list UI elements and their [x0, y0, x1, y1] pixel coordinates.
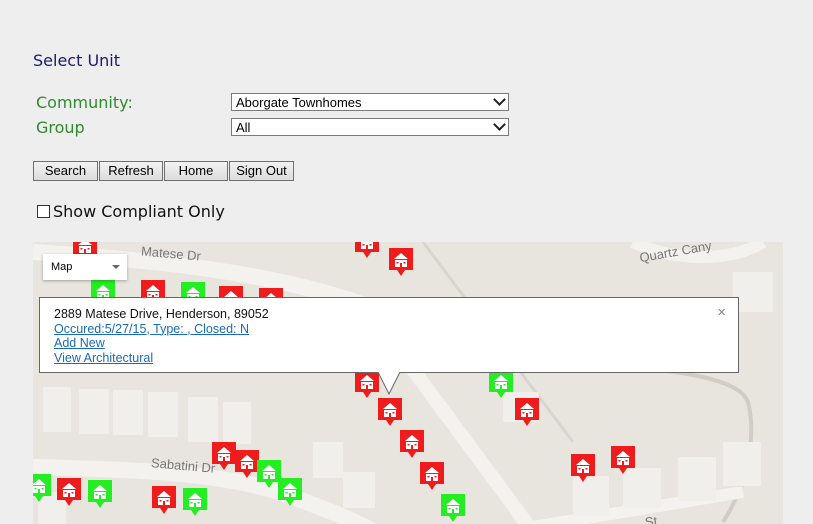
non-compliant-unit-marker[interactable] [378, 398, 402, 426]
house-icon [489, 370, 513, 398]
non-compliant-unit-marker[interactable] [355, 242, 379, 258]
map-type-value: Map [51, 261, 73, 273]
compliant-unit-marker[interactable] [33, 474, 51, 502]
non-compliant-unit-marker[interactable] [152, 486, 176, 514]
house-icon [420, 462, 444, 490]
house-icon [441, 494, 465, 522]
house-icon [611, 446, 635, 474]
show-compliant-only-checkbox[interactable]: Show Compliant Only [37, 202, 225, 221]
page-title: Select Unit [33, 51, 121, 70]
chevron-down-icon [493, 118, 506, 131]
non-compliant-unit-marker[interactable] [515, 398, 539, 426]
compliant-unit-marker[interactable] [278, 478, 302, 506]
non-compliant-unit-marker[interactable] [389, 248, 413, 276]
search-button[interactable]: Search [33, 161, 98, 181]
compliant-unit-marker[interactable] [183, 488, 207, 516]
house-icon [57, 478, 81, 506]
checkbox-label: Show Compliant Only [53, 202, 225, 221]
non-compliant-unit-marker[interactable] [571, 454, 595, 482]
house-icon [212, 442, 236, 470]
group-select[interactable]: All [231, 118, 509, 136]
non-compliant-unit-marker[interactable] [57, 478, 81, 506]
house-icon [515, 398, 539, 426]
house-icon [355, 370, 379, 398]
community-select[interactable]: Aborgate Townhomes [231, 93, 509, 111]
community-label: Community: [36, 93, 133, 112]
add-new-link[interactable]: Add New [54, 336, 724, 351]
checkbox-box[interactable] [37, 205, 50, 218]
community-select-value: Aborgate Townhomes [236, 95, 362, 110]
info-address: 2889 Matese Drive, Henderson, 89052 [54, 307, 269, 321]
sign-out-button[interactable]: Sign Out [229, 161, 294, 181]
view-architectural-link[interactable]: View Architectural [54, 351, 724, 366]
house-icon [355, 242, 379, 258]
house-icon [183, 488, 207, 516]
street-label-st: St [644, 513, 659, 524]
non-compliant-unit-marker[interactable] [355, 370, 379, 398]
caret-down-icon [112, 265, 120, 269]
compliant-unit-marker[interactable] [441, 494, 465, 522]
group-label: Group [36, 118, 85, 137]
occurrence-link[interactable]: Occured:5/27/15, Type: , Closed: N [54, 322, 724, 337]
house-icon [152, 486, 176, 514]
info-window-tail [378, 372, 401, 396]
map-type-dropdown[interactable]: Map [43, 254, 127, 280]
non-compliant-unit-marker[interactable] [611, 446, 635, 474]
action-buttons: Search Refresh Home Sign Out [33, 161, 295, 181]
house-icon [88, 480, 112, 508]
house-icon [278, 478, 302, 506]
close-icon[interactable]: × [717, 305, 726, 321]
refresh-button[interactable]: Refresh [99, 161, 163, 181]
non-compliant-unit-marker[interactable] [235, 450, 259, 478]
house-icon [378, 398, 402, 426]
non-compliant-unit-marker[interactable] [420, 462, 444, 490]
info-window: 2889 Matese Drive, Henderson, 89052 Occu… [39, 297, 739, 373]
house-icon [235, 450, 259, 478]
compliant-unit-marker[interactable] [489, 370, 513, 398]
group-select-value: All [236, 120, 251, 135]
chevron-down-icon [493, 93, 506, 106]
map-view[interactable]: Matese Dr Quartz Cany Sabatini Dr St Map [33, 242, 783, 524]
house-icon [389, 248, 413, 276]
house-icon [33, 474, 51, 502]
house-icon [571, 454, 595, 482]
non-compliant-unit-marker[interactable] [400, 430, 424, 458]
house-icon [400, 430, 424, 458]
home-button[interactable]: Home [164, 161, 228, 181]
non-compliant-unit-marker[interactable] [212, 442, 236, 470]
compliant-unit-marker[interactable] [88, 480, 112, 508]
